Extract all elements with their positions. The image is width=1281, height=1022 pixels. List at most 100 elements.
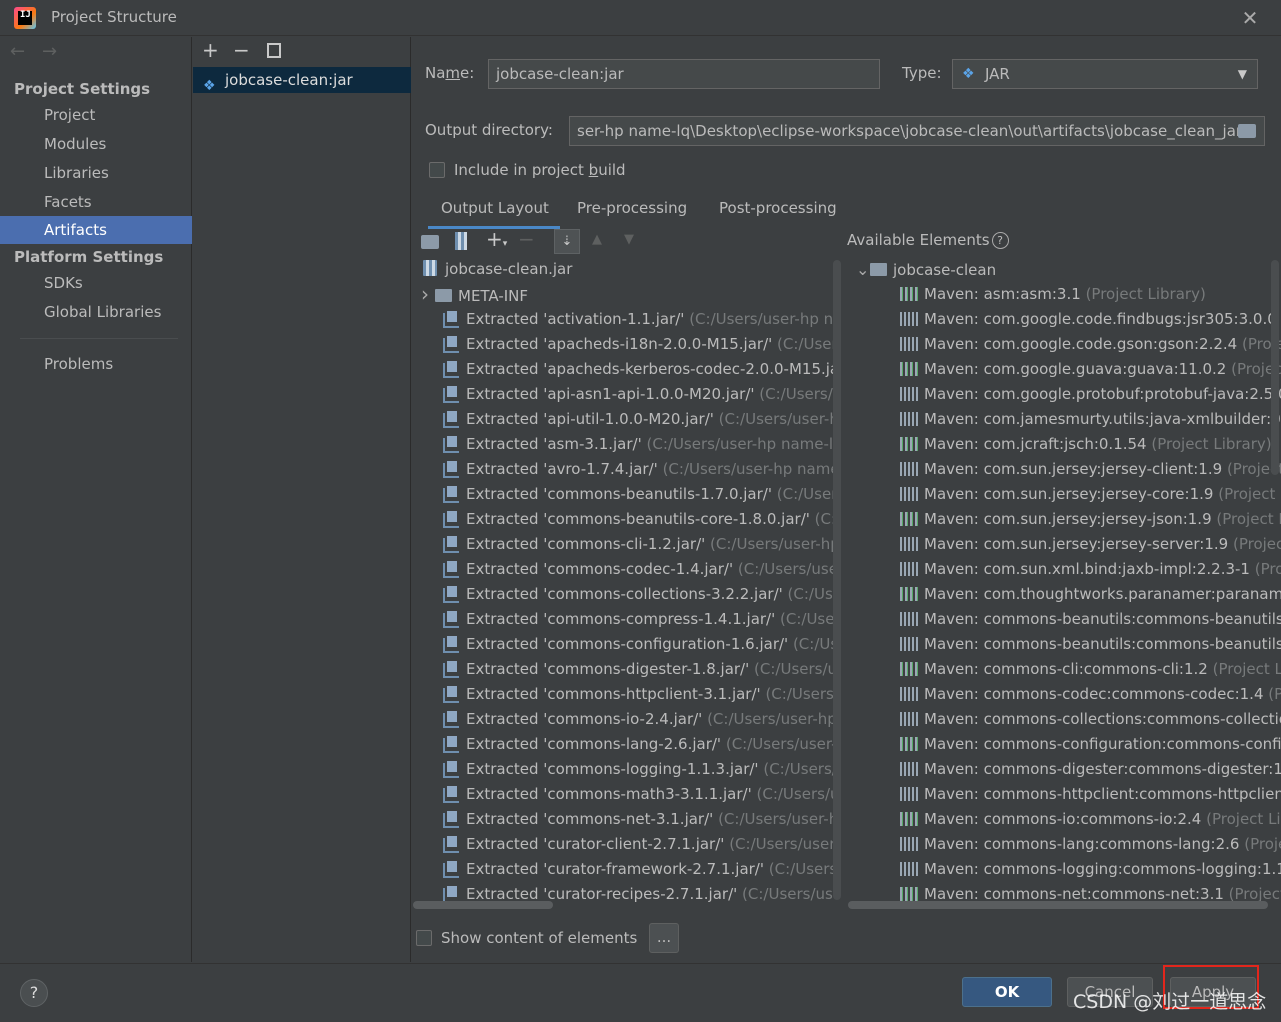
available-library-item[interactable]: Maven: com.sun.jersey:jersey-json:1.9 (P…: [900, 507, 1281, 532]
type-select[interactable]: ❖ JAR ▼: [952, 59, 1258, 89]
tree-row-extracted[interactable]: Extracted 'commons-beanutils-1.7.0.jar/'…: [443, 482, 833, 507]
available-library-item[interactable]: Maven: commons-codec:commons-codec:1.4 (…: [900, 682, 1281, 707]
tab-pre-processing[interactable]: Pre-processing: [577, 199, 687, 217]
available-library-item[interactable]: Maven: com.google.code.gson:gson:2.2.4 (…: [900, 332, 1281, 357]
available-library-item[interactable]: Maven: com.sun.jersey:jersey-client:1.9 …: [900, 457, 1281, 482]
tree-row-extracted[interactable]: Extracted 'commons-net-3.1.jar/' (C:/Use…: [443, 807, 833, 832]
help-button[interactable]: ?: [20, 979, 48, 1007]
available-library-item[interactable]: Maven: commons-beanutils:commons-beanuti…: [900, 632, 1281, 657]
tree-row-extracted[interactable]: Extracted 'asm-3.1.jar/' (C:/Users/user-…: [443, 432, 833, 457]
chevron-down-icon[interactable]: ⌄: [856, 257, 870, 282]
library-icon: [900, 787, 918, 801]
add-copy-icon[interactable]: +▾: [486, 227, 507, 251]
tab-post-processing[interactable]: Post-processing: [719, 199, 837, 217]
tree-row-extracted[interactable]: Extracted 'commons-io-2.4.jar/' (C:/User…: [443, 707, 833, 732]
available-library-item[interactable]: Maven: com.sun.jersey:jersey-server:1.9 …: [900, 532, 1281, 557]
available-library-item[interactable]: Maven: com.sun.xml.bind:jaxb-impl:2.2.3-…: [900, 557, 1281, 582]
close-icon[interactable]: ✕: [1238, 6, 1262, 30]
nav-item-global-libraries[interactable]: Global Libraries: [0, 298, 192, 326]
tree-row-extracted[interactable]: Extracted 'commons-beanutils-core-1.8.0.…: [443, 507, 833, 532]
available-library-item[interactable]: Maven: commons-cli:commons-cli:1.2 (Proj…: [900, 657, 1281, 682]
copy-artifact-icon[interactable]: [267, 43, 281, 58]
help-icon[interactable]: ?: [991, 232, 1009, 249]
remove-artifact-icon[interactable]: −: [233, 38, 250, 62]
extracted-archive-icon: [443, 861, 459, 878]
browse-folder-icon[interactable]: [1238, 124, 1256, 138]
move-up-icon[interactable]: ▲: [592, 232, 602, 247]
move-down-icon[interactable]: ▼: [624, 232, 634, 247]
available-elements-vscroll[interactable]: [1271, 260, 1279, 475]
include-in-build-checkbox[interactable]: [429, 162, 445, 178]
tree-row-extracted[interactable]: Extracted 'commons-digester-1.8.jar/' (C…: [443, 657, 833, 682]
back-arrow-icon[interactable]: ←: [10, 41, 25, 62]
tree-row-extracted[interactable]: Extracted 'apacheds-i18n-2.0.0-M15.jar/'…: [443, 332, 833, 357]
available-library-item[interactable]: Maven: asm:asm:3.1 (Project Library): [900, 282, 1206, 307]
sort-elements-icon[interactable]: ⇣: [554, 229, 580, 254]
remove-element-icon[interactable]: −: [518, 227, 535, 251]
available-library-item[interactable]: Maven: commons-beanutils:commons-beanuti…: [900, 607, 1281, 632]
tree-row-extracted[interactable]: Extracted 'commons-math3-3.1.1.jar/' (C:…: [443, 782, 833, 807]
ok-button[interactable]: OK: [962, 977, 1052, 1007]
available-library-item[interactable]: Maven: com.google.guava:guava:11.0.2 (Pr…: [900, 357, 1281, 382]
nav-item-libraries[interactable]: Libraries: [0, 159, 192, 187]
tree-row-extracted[interactable]: Extracted 'curator-client-2.7.1.jar/' (C…: [443, 832, 833, 857]
show-content-options-button[interactable]: ...: [649, 923, 679, 953]
available-library-item[interactable]: Maven: com.sun.jersey:jersey-core:1.9 (P…: [900, 482, 1281, 507]
tree-row-extracted[interactable]: Extracted 'commons-httpclient-3.1.jar/' …: [443, 682, 833, 707]
tree-row-extracted[interactable]: Extracted 'api-util-1.0.0-M20.jar/' (C:/…: [443, 407, 833, 432]
nav-item-facets[interactable]: Facets: [0, 188, 192, 216]
available-library-item[interactable]: Maven: commons-httpclient:commons-httpcl…: [900, 782, 1281, 807]
nav-item-artifacts[interactable]: Artifacts: [0, 216, 192, 244]
available-library-item[interactable]: Maven: commons-io:commons-io:2.4 (Projec…: [900, 807, 1281, 832]
create-directory-icon[interactable]: [421, 235, 439, 249]
nav-item-project[interactable]: Project: [0, 101, 192, 129]
nav-divider: [20, 338, 178, 339]
nav-item-sdks[interactable]: SDKs: [0, 269, 192, 297]
tree-row-extracted[interactable]: Extracted 'commons-logging-1.1.3.jar/' (…: [443, 757, 833, 782]
available-library-item[interactable]: Maven: com.google.protobuf:protobuf-java…: [900, 382, 1281, 407]
tree-row-extracted[interactable]: Extracted 'api-asn1-api-1.0.0-M20.jar/' …: [443, 382, 833, 407]
tree-row-extracted[interactable]: Extracted 'activation-1.1.jar/' (C:/User…: [443, 307, 833, 332]
name-field[interactable]: jobcase-clean:jar: [488, 59, 880, 89]
tree-row-extracted[interactable]: Extracted 'commons-compress-1.4.1.jar/' …: [443, 607, 833, 632]
available-root-module[interactable]: ⌄ jobcase-clean: [856, 257, 996, 282]
tab-output-layout[interactable]: Output Layout: [441, 199, 549, 217]
output-layout-hscroll[interactable]: [413, 901, 553, 909]
create-archive-icon[interactable]: [455, 232, 467, 250]
forward-arrow-icon[interactable]: →: [42, 41, 57, 62]
extracted-path: (C:/Users/user-hp: [777, 335, 833, 353]
show-content-checkbox[interactable]: [416, 930, 432, 946]
available-library-item[interactable]: Maven: com.thoughtworks.paranamer:parana…: [900, 582, 1281, 607]
available-library-item[interactable]: Maven: commons-logging:commons-logging:1…: [900, 857, 1281, 882]
tree-row-extracted[interactable]: Extracted 'apacheds-kerberos-codec-2.0.0…: [443, 357, 833, 382]
available-library-item[interactable]: Maven: commons-configuration:commons-con…: [900, 732, 1281, 757]
tree-row-extracted[interactable]: Extracted 'commons-cli-1.2.jar/' (C:/Use…: [443, 532, 833, 557]
nav-item-modules[interactable]: Modules: [0, 130, 192, 158]
available-library-item[interactable]: Maven: com.google.code.findbugs:jsr305:3…: [900, 307, 1281, 332]
tree-row-extracted[interactable]: Extracted 'commons-configuration-1.6.jar…: [443, 632, 833, 657]
tree-row-extracted[interactable]: Extracted 'curator-framework-2.7.1.jar/'…: [443, 857, 833, 882]
available-library-item[interactable]: Maven: commons-lang:commons-lang:2.6 (Pr…: [900, 832, 1281, 857]
output-layout-vscroll[interactable]: [833, 260, 841, 900]
available-elements-hscroll[interactable]: [848, 901, 1268, 909]
available-library-item[interactable]: Maven: commons-digester:commons-digester…: [900, 757, 1281, 782]
tree-row-extracted[interactable]: Extracted 'commons-lang-2.6.jar/' (C:/Us…: [443, 732, 833, 757]
output-layout-tree[interactable]: jobcase-clean.jar › META-INF Extracted 'act…: [413, 257, 833, 905]
add-artifact-icon[interactable]: +: [202, 38, 219, 62]
tree-row-extracted[interactable]: Extracted 'commons-collections-3.2.2.jar…: [443, 582, 833, 607]
available-elements-tree[interactable]: ⌄ jobcase-clean Maven: asm:asm:3.1 (Projec…: [848, 257, 1281, 905]
available-library-item[interactable]: Maven: commons-collections:commons-colle…: [900, 707, 1281, 732]
library-name: Maven: com.google.guava:guava:11.0.2: [924, 360, 1227, 378]
chevron-right-icon[interactable]: ›: [421, 282, 435, 307]
available-library-item[interactable]: Maven: com.jamesmurty.utils:java-xmlbuil…: [900, 407, 1281, 432]
nav-item-problems[interactable]: Problems: [0, 350, 192, 378]
available-library-item[interactable]: Maven: com.jcraft:jsch:0.1.54 (Project L…: [900, 432, 1272, 457]
tree-row-meta-inf[interactable]: › META-INF: [421, 282, 528, 307]
tree-row-extracted[interactable]: Extracted 'avro-1.7.4.jar/' (C:/Users/us…: [443, 457, 833, 482]
tree-row-root[interactable]: jobcase-clean.jar: [423, 257, 572, 282]
output-directory-field[interactable]: ser-hp name-lq\Desktop\eclipse-workspace…: [569, 116, 1265, 146]
tree-row-extracted[interactable]: Extracted 'commons-codec-1.4.jar/' (C:/U…: [443, 557, 833, 582]
library-name: Maven: commons-digester:commons-digester…: [924, 760, 1281, 778]
artifact-item-jobcase-clean-jar[interactable]: ❖ jobcase-clean:jar: [193, 67, 411, 94]
extracted-path: (C:/Users/user-hp name-: [710, 535, 833, 553]
